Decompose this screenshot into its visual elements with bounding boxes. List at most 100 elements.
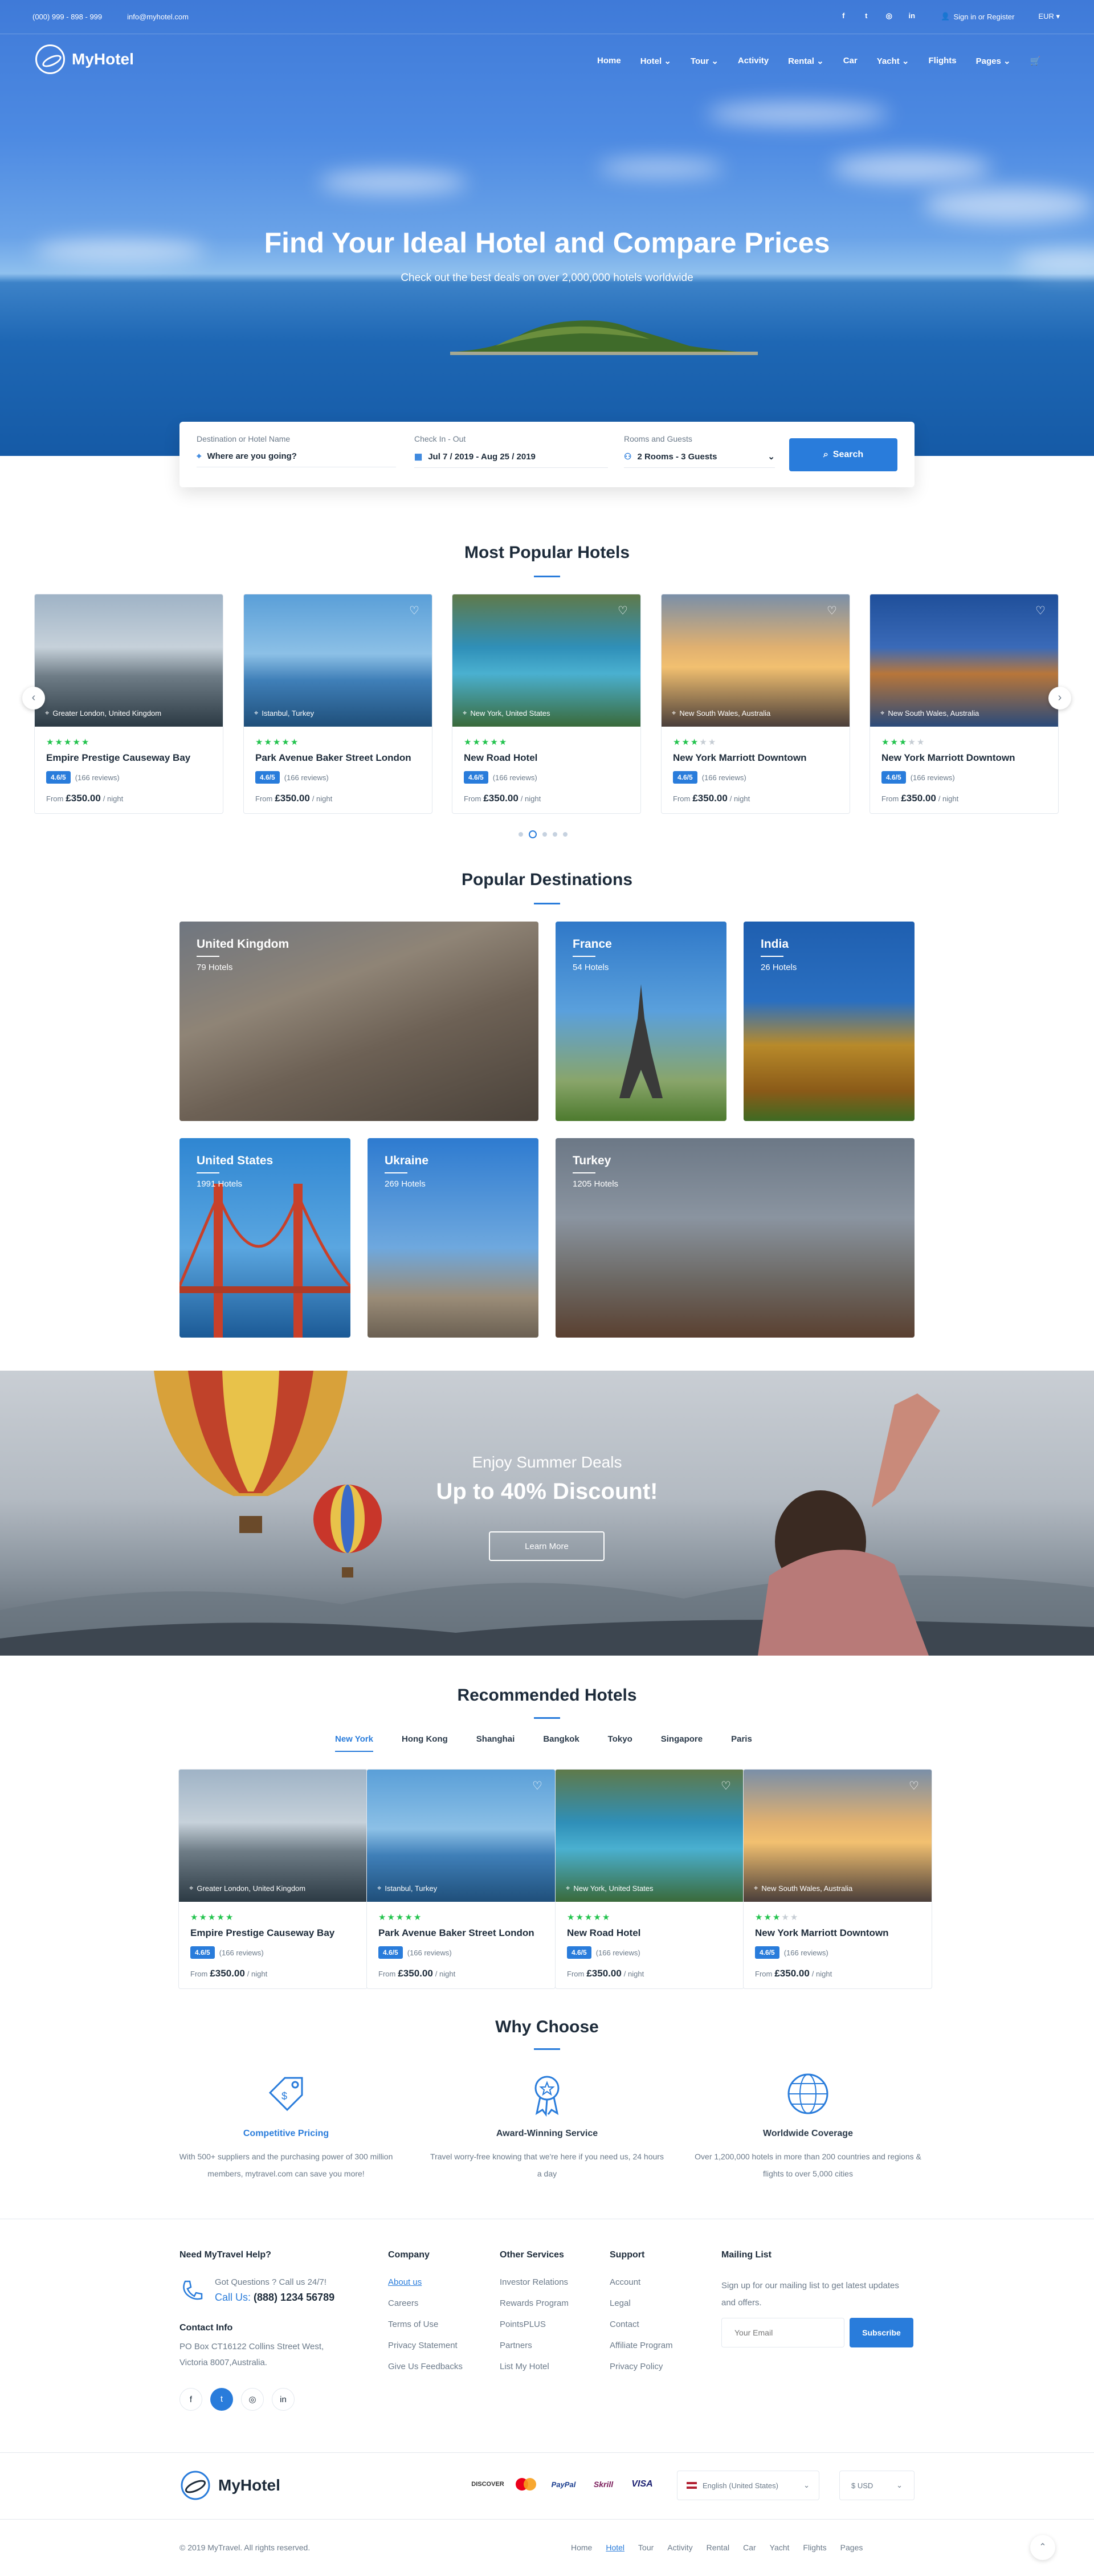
heart-icon[interactable]: ♡ xyxy=(827,604,839,617)
signin-link[interactable]: 👤 Sign in or Register xyxy=(941,12,1014,21)
nav-home[interactable]: Home xyxy=(597,56,621,66)
carousel-dot[interactable] xyxy=(563,832,568,837)
carousel-dot-active[interactable] xyxy=(529,830,537,838)
footer-link-about[interactable]: About us xyxy=(388,2277,485,2287)
heart-icon[interactable]: ♡ xyxy=(532,1779,545,1792)
footer-nav-yacht[interactable]: Yacht xyxy=(770,2543,790,2552)
footer-nav-flights[interactable]: Flights xyxy=(803,2543,826,2552)
footer-link-account[interactable]: Account xyxy=(610,2277,707,2287)
footer-nav-car[interactable]: Car xyxy=(743,2543,756,2552)
topbar-email[interactable]: info@myhotel.com xyxy=(127,13,189,21)
brand-logo[interactable]: MyHotel xyxy=(35,44,134,74)
facebook-icon[interactable]: f xyxy=(838,11,848,22)
cart-icon[interactable]: 🛒 xyxy=(1030,56,1041,66)
tab-tokyo[interactable]: Tokyo xyxy=(608,1734,632,1752)
footer-logo[interactable]: MyHotel xyxy=(179,2469,280,2501)
nav-rental[interactable]: Rental ⌄ xyxy=(788,56,824,66)
subscribe-button[interactable]: Subscribe xyxy=(850,2318,913,2347)
hotel-name[interactable]: Park Avenue Baker Street London xyxy=(255,752,411,764)
nav-pages[interactable]: Pages ⌄ xyxy=(976,56,1011,66)
facebook-icon[interactable]: f xyxy=(179,2388,202,2411)
instagram-icon[interactable]: ◎ xyxy=(241,2388,264,2411)
footer-link-contact[interactable]: Contact xyxy=(610,2320,707,2329)
footer-link-investor[interactable]: Investor Relations xyxy=(500,2277,608,2287)
hotel-image[interactable] xyxy=(662,594,850,727)
carousel-dot[interactable] xyxy=(542,832,547,837)
hotel-name[interactable]: Empire Prestige Causeway Bay xyxy=(46,752,190,764)
hotel-image[interactable] xyxy=(244,594,432,727)
hotel-name[interactable]: New York Marriott Downtown xyxy=(673,752,807,764)
hotel-name[interactable]: New Road Hotel xyxy=(464,752,537,764)
tab-paris[interactable]: Paris xyxy=(731,1734,752,1752)
carousel-dot[interactable] xyxy=(553,832,557,837)
tab-shanghai[interactable]: Shanghai xyxy=(476,1734,515,1752)
search-button[interactable]: ⌕ Search xyxy=(789,438,897,471)
footer-link-pointsplus[interactable]: PointsPLUS xyxy=(500,2320,608,2329)
heart-icon[interactable]: ♡ xyxy=(409,604,422,617)
learn-more-button[interactable]: Learn More xyxy=(489,1531,605,1561)
hotel-name[interactable]: Park Avenue Baker Street London xyxy=(378,1927,534,1939)
hotel-card[interactable]: ♡ ⌖ Istanbul, Turkey ★★★★★ Park Avenue Baker… xyxy=(366,1769,556,1989)
destination-field[interactable]: Destination or Hotel Name ⌖ Where are you… xyxy=(197,434,396,467)
footer-link-feedback[interactable]: Give Us Feedbacks xyxy=(388,2362,485,2371)
back-to-top-button[interactable]: ⌃ xyxy=(1030,2535,1055,2560)
hotel-name[interactable]: New York Marriott Downtown xyxy=(755,1927,889,1939)
currency-dropdown[interactable]: EUR ▾ xyxy=(1038,12,1060,21)
nav-tour[interactable]: Tour ⌄ xyxy=(691,56,719,66)
tab-singapore[interactable]: Singapore xyxy=(661,1734,703,1752)
currency-select[interactable]: $ USD ⌄ xyxy=(839,2471,915,2500)
date-field[interactable]: Check In - Out ▦ Jul 7 / 2019 - Aug 25 / … xyxy=(414,434,608,468)
hotel-image[interactable] xyxy=(744,1770,932,1902)
heart-icon[interactable]: ♡ xyxy=(1035,604,1048,617)
carousel-prev-button[interactable]: ‹ xyxy=(22,687,45,710)
footer-link-terms[interactable]: Terms of Use xyxy=(388,2320,485,2329)
help-phone[interactable]: (888) 1234 56789 xyxy=(254,2292,334,2303)
hotel-card[interactable]: ♡ ⌖ New York, United States ★★★★★ New Road H… xyxy=(452,594,641,814)
destination-tile-india[interactable]: India 26 Hotels xyxy=(744,922,915,1121)
tab-hong-kong[interactable]: Hong Kong xyxy=(402,1734,448,1752)
hotel-image[interactable] xyxy=(870,594,1058,727)
language-select[interactable]: English (United States) ⌄ xyxy=(677,2471,819,2500)
hotel-card[interactable]: ♡ ⌖ New South Wales, Australia ★★★★★ New Yor… xyxy=(870,594,1059,814)
tab-new-york[interactable]: New York xyxy=(335,1734,373,1752)
hotel-image[interactable] xyxy=(556,1770,744,1902)
instagram-icon[interactable]: ◎ xyxy=(884,11,894,22)
hotel-card[interactable]: ♡ ⌖ New South Wales, Australia ★★★★★ New Yor… xyxy=(661,594,850,814)
nav-yacht[interactable]: Yacht ⌄ xyxy=(877,56,909,66)
hotel-image[interactable] xyxy=(35,594,223,727)
nav-flights[interactable]: Flights xyxy=(928,56,956,66)
footer-link-careers[interactable]: Careers xyxy=(388,2298,485,2308)
hotel-card[interactable]: ♡ ⌖ New York, United States ★★★★★ New Road H… xyxy=(555,1769,744,1989)
destination-tile-usa[interactable]: United States 1991 Hotels xyxy=(179,1138,350,1338)
linkedin-icon[interactable]: in xyxy=(272,2388,295,2411)
nav-hotel[interactable]: Hotel ⌄ xyxy=(640,56,671,66)
destination-tile-turkey[interactable]: Turkey 1205 Hotels xyxy=(556,1138,915,1338)
destination-tile-ukraine[interactable]: Ukraine 269 Hotels xyxy=(368,1138,538,1338)
hotel-card[interactable]: ⌖ Greater London, United Kingdom ★★★★★ Empi… xyxy=(34,594,223,814)
tab-bangkok[interactable]: Bangkok xyxy=(543,1734,579,1752)
hotel-card[interactable]: ♡ ⌖ New South Wales, Australia ★★★★★ New Yor… xyxy=(743,1769,932,1989)
heart-icon[interactable]: ♡ xyxy=(618,604,630,617)
footer-link-list-hotel[interactable]: List My Hotel xyxy=(500,2362,608,2371)
twitter-icon[interactable]: t xyxy=(861,11,871,22)
destination-tile-uk[interactable]: United Kingdom 79 Hotels xyxy=(179,922,538,1121)
nav-car[interactable]: Car xyxy=(843,56,858,66)
footer-link-partners[interactable]: Partners xyxy=(500,2341,608,2350)
footer-nav-rental[interactable]: Rental xyxy=(707,2543,729,2552)
hotel-image[interactable] xyxy=(179,1770,367,1902)
footer-link-privacy-statement[interactable]: Privacy Statement xyxy=(388,2341,485,2350)
hotel-card[interactable]: ⌖ Greater London, United Kingdom ★★★★★ Empi… xyxy=(178,1769,368,1989)
heart-icon[interactable]: ♡ xyxy=(721,1779,733,1792)
hotel-name[interactable]: New Road Hotel xyxy=(567,1927,640,1939)
footer-nav-home[interactable]: Home xyxy=(571,2543,592,2552)
footer-link-affiliate[interactable]: Affiliate Program xyxy=(610,2341,707,2350)
footer-nav-pages[interactable]: Pages xyxy=(840,2543,863,2552)
hotel-image[interactable] xyxy=(367,1770,555,1902)
hotel-name[interactable]: Empire Prestige Causeway Bay xyxy=(190,1927,334,1939)
email-input[interactable] xyxy=(721,2318,844,2347)
footer-link-rewards[interactable]: Rewards Program xyxy=(500,2298,608,2308)
carousel-next-button[interactable]: › xyxy=(1048,687,1071,710)
heart-icon[interactable]: ♡ xyxy=(909,1779,921,1792)
footer-nav-tour[interactable]: Tour xyxy=(638,2543,654,2552)
nav-activity[interactable]: Activity xyxy=(738,56,769,66)
